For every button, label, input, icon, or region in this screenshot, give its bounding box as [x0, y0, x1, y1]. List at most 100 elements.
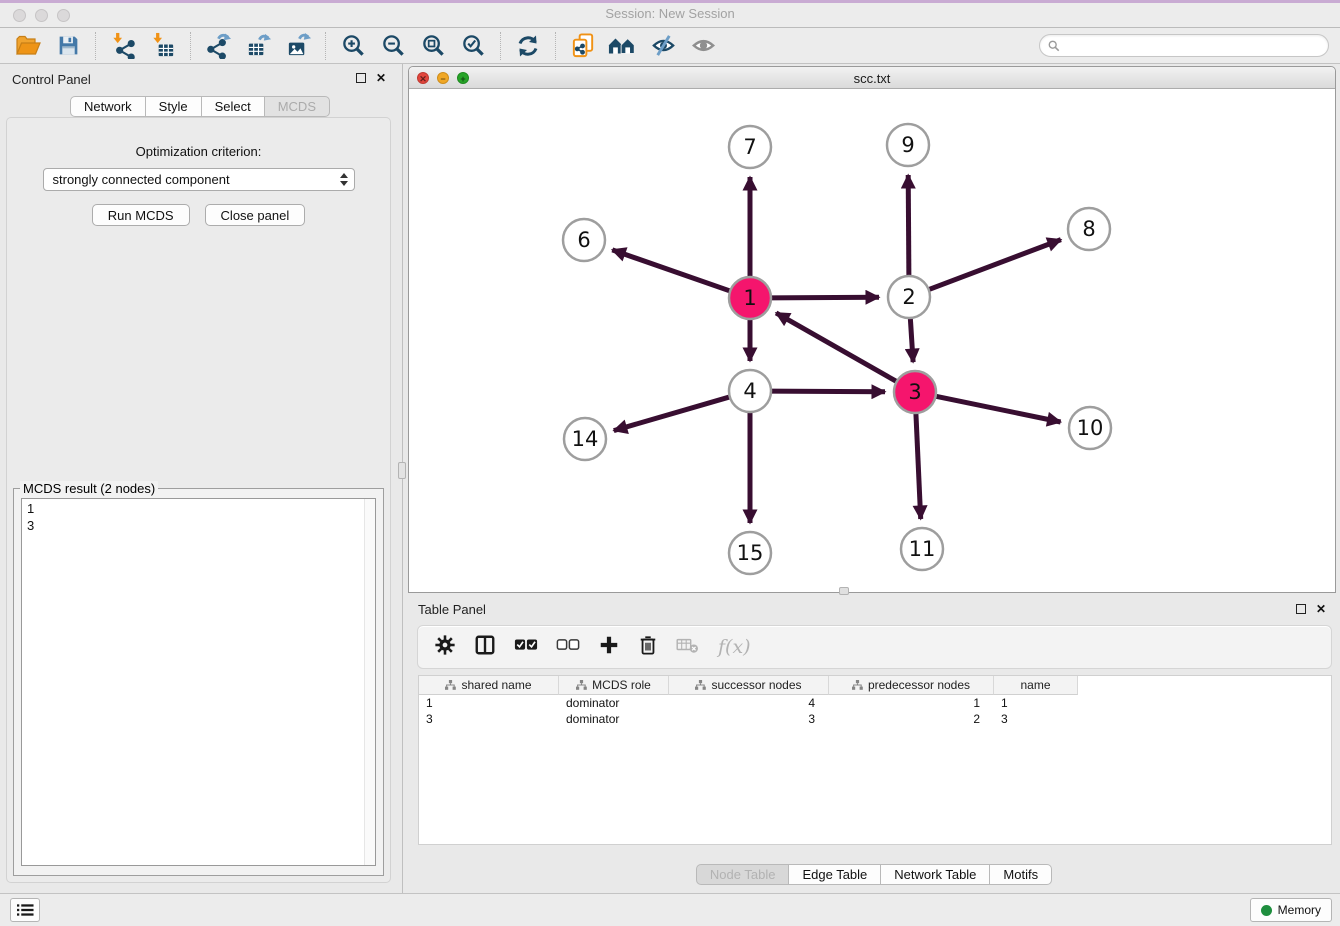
- node-label: 11: [909, 537, 936, 561]
- select-all-columns-button[interactable]: [514, 637, 538, 658]
- tab-style[interactable]: Style: [145, 96, 202, 117]
- graph-node-7[interactable]: 7: [729, 126, 771, 168]
- open-session-button[interactable]: [13, 31, 43, 61]
- graph-node-14[interactable]: 14: [564, 418, 606, 460]
- vertical-splitter-handle[interactable]: [398, 462, 406, 479]
- edge-3-1[interactable]: [776, 313, 898, 383]
- zoom-selected-button[interactable]: [458, 31, 488, 61]
- column-header-name[interactable]: name: [994, 676, 1078, 695]
- table-row[interactable]: 1dominator411: [419, 695, 1331, 711]
- close-panel-icon[interactable]: ✕: [376, 72, 386, 84]
- memory-button[interactable]: Memory: [1250, 898, 1332, 922]
- network-canvas[interactable]: 7 9 6 8 1 2 4 3 14 10 15 11: [409, 89, 1335, 592]
- graph-node-11[interactable]: 11: [901, 528, 943, 570]
- graph-node-1[interactable]: 1: [729, 277, 771, 319]
- edge-3-10[interactable]: [934, 396, 1061, 422]
- function-builder-button[interactable]: f(x): [718, 636, 751, 658]
- search-box[interactable]: [1039, 34, 1329, 57]
- edge-1-2[interactable]: [769, 297, 879, 298]
- clone-network-button[interactable]: [568, 31, 598, 61]
- edge-3-11[interactable]: [916, 411, 921, 519]
- delete-table-icon: [676, 636, 700, 654]
- tab-select[interactable]: Select: [201, 96, 265, 117]
- column-header-MCDS-role[interactable]: MCDS role: [559, 676, 669, 695]
- run-mcds-button[interactable]: Run MCDS: [92, 204, 190, 226]
- close-panel-button[interactable]: Close panel: [205, 204, 306, 226]
- status-bar: Memory: [0, 893, 1340, 926]
- export-image-button[interactable]: [283, 31, 313, 61]
- export-table-icon: [245, 32, 272, 59]
- graph-node-10[interactable]: 10: [1069, 407, 1111, 449]
- table-row[interactable]: 3dominator323: [419, 711, 1331, 727]
- column-header-predecessor-nodes[interactable]: predecessor nodes: [829, 676, 994, 695]
- zoom-out-button[interactable]: [378, 31, 408, 61]
- export-image-icon: [285, 32, 312, 59]
- task-history-button[interactable]: [10, 898, 40, 922]
- zoom-fit-button[interactable]: [418, 31, 448, 61]
- graph-node-3[interactable]: 3: [894, 371, 936, 413]
- unchecked-boxes-icon: [556, 637, 580, 653]
- tab-network-table[interactable]: Network Table: [880, 864, 990, 885]
- import-network-button[interactable]: [108, 31, 138, 61]
- horizontal-splitter-handle[interactable]: [839, 587, 849, 595]
- graph-node-6[interactable]: 6: [563, 219, 605, 261]
- cell-shared-name: 1: [419, 696, 559, 710]
- close-table-panel-icon[interactable]: ✕: [1316, 603, 1326, 615]
- graph-node-8[interactable]: 8: [1068, 208, 1110, 250]
- hierarchy-icon: [695, 680, 706, 690]
- clone-network-icon: [570, 32, 597, 59]
- mcds-result-group: MCDS result (2 nodes) 1 3: [13, 488, 384, 876]
- zoom-fit-icon: [421, 33, 446, 58]
- search-input[interactable]: [1065, 39, 1320, 53]
- tab-edge-table[interactable]: Edge Table: [788, 864, 881, 885]
- tab-mcds[interactable]: MCDS: [264, 96, 330, 117]
- tab-node-table[interactable]: Node Table: [696, 864, 790, 885]
- mcds-result-text[interactable]: 1 3: [21, 498, 376, 866]
- column-header-shared-name[interactable]: shared name: [419, 676, 559, 695]
- import-table-icon: [150, 32, 177, 59]
- node-label: 3: [908, 380, 921, 404]
- float-panel-icon[interactable]: [356, 73, 366, 83]
- optimization-criterion-dropdown[interactable]: strongly connected component: [43, 168, 355, 191]
- edge-2-3[interactable]: [910, 316, 913, 362]
- export-network-button[interactable]: [203, 31, 233, 61]
- table-body: 1dominator4113dominator323: [419, 695, 1331, 727]
- zoom-in-button[interactable]: [338, 31, 368, 61]
- edge-1-6[interactable]: [612, 250, 732, 292]
- show-all-eye-icon: [690, 32, 717, 59]
- export-table-button[interactable]: [243, 31, 273, 61]
- column-header-successor-nodes[interactable]: successor nodes: [669, 676, 829, 695]
- network-graph[interactable]: 7 9 6 8 1 2 4 3 14 10 15 11: [409, 89, 1335, 592]
- tab-motifs[interactable]: Motifs: [989, 864, 1052, 885]
- table-mode-gear-button[interactable]: [434, 634, 456, 661]
- toolbar-separator: [190, 32, 191, 60]
- edge-2-8[interactable]: [927, 240, 1061, 291]
- graph-node-4[interactable]: 4: [729, 370, 771, 412]
- memory-status-icon: [1261, 905, 1272, 916]
- delete-columns-button[interactable]: [638, 634, 658, 661]
- import-table-button[interactable]: [148, 31, 178, 61]
- network-window-titlebar[interactable]: ✕ − + scc.txt: [409, 67, 1335, 89]
- first-neighbors-button[interactable]: [608, 31, 638, 61]
- result-scrollbar[interactable]: [364, 499, 375, 865]
- show-all-button[interactable]: [688, 31, 718, 61]
- graph-node-15[interactable]: 15: [729, 532, 771, 574]
- hide-selected-button[interactable]: [648, 31, 678, 61]
- show-column-panel-button[interactable]: [474, 634, 496, 661]
- apply-layout-button[interactable]: [513, 31, 543, 61]
- edge-4-14[interactable]: [614, 396, 732, 430]
- save-session-button[interactable]: [53, 31, 83, 61]
- float-table-panel-icon[interactable]: [1296, 604, 1306, 614]
- edge-2-9[interactable]: [908, 175, 909, 278]
- main-toolbar: [0, 28, 1340, 64]
- cell-predecessor-nodes: 2: [829, 712, 994, 726]
- edge-4-3[interactable]: [769, 391, 885, 392]
- create-column-button[interactable]: [598, 634, 620, 661]
- tab-network[interactable]: Network: [70, 96, 146, 117]
- graph-node-2[interactable]: 2: [888, 276, 930, 318]
- unselect-all-columns-button[interactable]: [556, 637, 580, 658]
- graph-node-9[interactable]: 9: [887, 124, 929, 166]
- export-network-icon: [205, 32, 232, 59]
- delete-table-button[interactable]: [676, 636, 700, 659]
- cell-MCDS-role: dominator: [559, 696, 669, 710]
